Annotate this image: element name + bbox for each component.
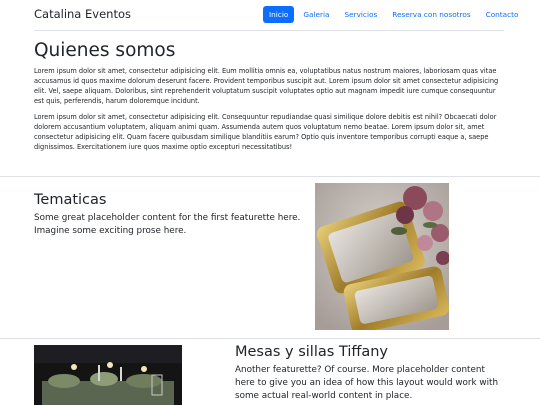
featurette-title: Tematicas bbox=[34, 192, 107, 208]
nav-link-reserva[interactable]: Reserva con nosotros bbox=[386, 6, 476, 23]
nav-link-inicio[interactable]: Inicio bbox=[263, 6, 295, 23]
featurette-body: Some great placeholder content for the f… bbox=[34, 213, 301, 236]
featurette-body: Another featurette? Of course. More plac… bbox=[235, 365, 499, 401]
featurette-text: Mesas y sillas Tiffany Another featurett… bbox=[235, 343, 505, 403]
nav-link-contacto[interactable]: Contacto bbox=[480, 6, 525, 23]
mirror-photo bbox=[315, 183, 449, 330]
about-title: Quienes somos bbox=[34, 40, 176, 61]
about-paragraph-1: Lorem ipsum dolor sit amet, consectetur … bbox=[34, 67, 499, 105]
mirror-photo-graphic bbox=[315, 183, 449, 330]
tables-photo-graphic bbox=[34, 345, 182, 405]
main-nav: Inicio Galeria Servicios Reserva con nos… bbox=[263, 6, 527, 23]
featurette-title: Mesas y sillas Tiffany bbox=[235, 344, 389, 360]
about-section: Quienes somos Lorem ipsum dolor sit amet… bbox=[34, 39, 504, 158]
brand-link[interactable]: Catalina Eventos bbox=[34, 7, 131, 21]
navbar-divider bbox=[34, 30, 504, 31]
section-divider bbox=[0, 338, 540, 339]
section-divider bbox=[0, 176, 540, 177]
featurette-text: Tematicas Some great placeholder content… bbox=[34, 191, 304, 238]
tables-photo bbox=[34, 345, 182, 405]
navbar: Catalina Eventos Inicio Galeria Servicio… bbox=[0, 0, 540, 31]
nav-link-galeria[interactable]: Galeria bbox=[297, 6, 335, 23]
about-paragraph-2: Lorem ipsum dolor sit amet, consectetur … bbox=[34, 113, 497, 151]
nav-link-servicios[interactable]: Servicios bbox=[338, 6, 383, 23]
